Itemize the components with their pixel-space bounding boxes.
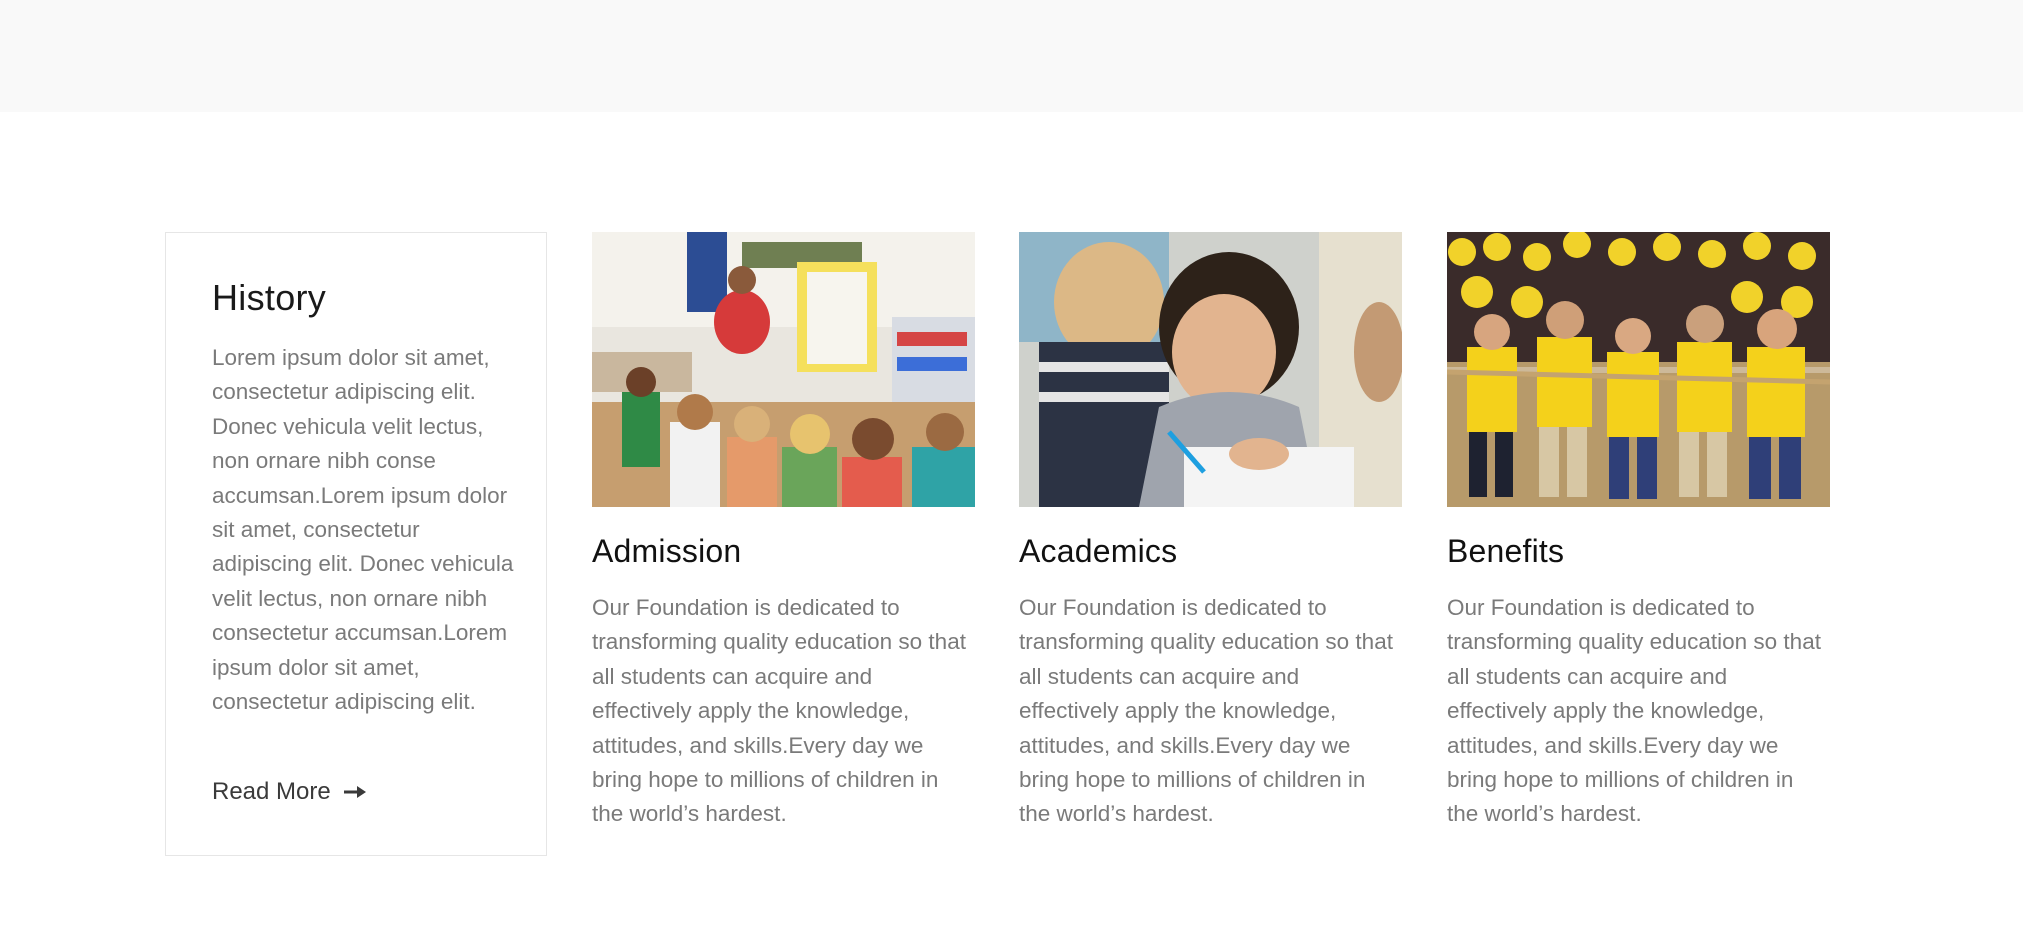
read-more-link[interactable]: Read More [212,778,367,806]
read-more-label: Read More [212,778,331,805]
benefits-photo [1447,232,1830,507]
admission-photo [592,232,975,507]
benefits-body: Our Foundation is dedicated to transform… [1447,595,1821,827]
history-title: History [212,277,327,318]
academics-photo [1019,232,1402,507]
academics-body: Our Foundation is dedicated to transform… [1019,595,1393,827]
history-body: Lorem ipsum dolor sit amet, consectetur … [212,345,514,715]
admission-body: Our Foundation is dedicated to transform… [592,595,966,827]
arrow-right-icon [343,786,367,798]
history-card: History Lorem ipsum dolor sit amet, cons… [165,232,547,856]
admission-title: Admission [592,533,742,569]
academics-title: Academics [1019,533,1178,569]
benefits-title: Benefits [1447,533,1565,569]
top-band [0,0,2023,112]
